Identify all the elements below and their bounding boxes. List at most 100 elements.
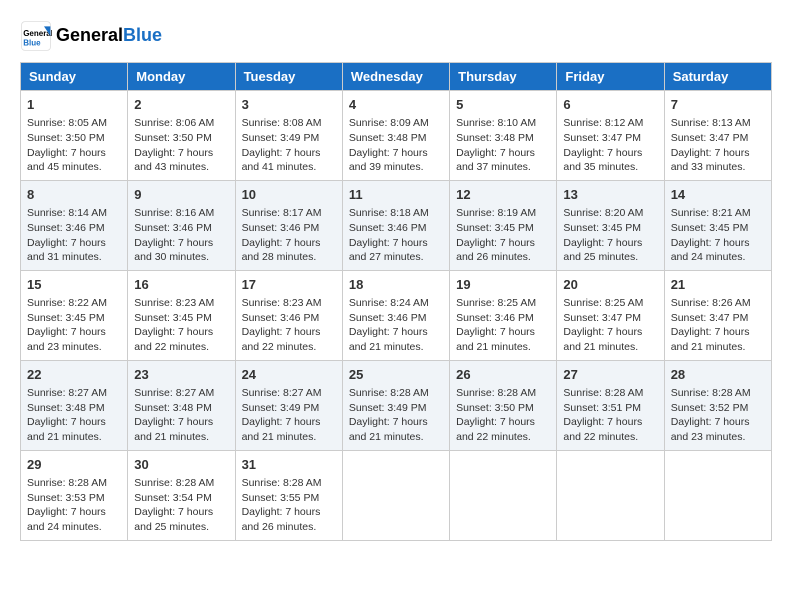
daylight-label: Daylight: 7 hours and 21 minutes.	[563, 326, 642, 353]
sunset-text: Sunset: 3:47 PM	[671, 132, 749, 144]
calendar-cell: 1Sunrise: 8:05 AMSunset: 3:50 PMDaylight…	[21, 91, 128, 181]
calendar-cell: 23Sunrise: 8:27 AMSunset: 3:48 PMDayligh…	[128, 360, 235, 450]
sunset-text: Sunset: 3:49 PM	[349, 402, 427, 414]
calendar-cell: 7Sunrise: 8:13 AMSunset: 3:47 PMDaylight…	[664, 91, 771, 181]
day-number: 1	[27, 96, 121, 114]
sunrise-text: Sunrise: 8:27 AM	[242, 387, 322, 399]
calendar-cell	[450, 450, 557, 540]
sunrise-text: Sunrise: 8:22 AM	[27, 297, 107, 309]
sunset-text: Sunset: 3:48 PM	[349, 132, 427, 144]
day-number: 22	[27, 366, 121, 384]
daylight-label: Daylight: 7 hours and 24 minutes.	[27, 506, 106, 533]
calendar-cell: 21Sunrise: 8:26 AMSunset: 3:47 PMDayligh…	[664, 270, 771, 360]
day-number: 19	[456, 276, 550, 294]
calendar-cell: 17Sunrise: 8:23 AMSunset: 3:46 PMDayligh…	[235, 270, 342, 360]
day-number: 16	[134, 276, 228, 294]
sunrise-text: Sunrise: 8:24 AM	[349, 297, 429, 309]
sunset-text: Sunset: 3:46 PM	[349, 312, 427, 324]
calendar-cell: 27Sunrise: 8:28 AMSunset: 3:51 PMDayligh…	[557, 360, 664, 450]
sunset-text: Sunset: 3:48 PM	[456, 132, 534, 144]
sunrise-text: Sunrise: 8:25 AM	[456, 297, 536, 309]
sunrise-text: Sunrise: 8:23 AM	[134, 297, 214, 309]
calendar-cell: 2Sunrise: 8:06 AMSunset: 3:50 PMDaylight…	[128, 91, 235, 181]
calendar-cell: 24Sunrise: 8:27 AMSunset: 3:49 PMDayligh…	[235, 360, 342, 450]
day-number: 12	[456, 186, 550, 204]
calendar-header-row: SundayMondayTuesdayWednesdayThursdayFrid…	[21, 63, 772, 91]
daylight-label: Daylight: 7 hours and 24 minutes.	[671, 237, 750, 264]
sunset-text: Sunset: 3:46 PM	[349, 222, 427, 234]
day-number: 4	[349, 96, 443, 114]
day-number: 3	[242, 96, 336, 114]
daylight-label: Daylight: 7 hours and 28 minutes.	[242, 237, 321, 264]
logo-text: GeneralBlue	[56, 26, 162, 46]
sunrise-text: Sunrise: 8:13 AM	[671, 117, 751, 129]
calendar-cell: 30Sunrise: 8:28 AMSunset: 3:54 PMDayligh…	[128, 450, 235, 540]
calendar-week-1: 1Sunrise: 8:05 AMSunset: 3:50 PMDaylight…	[21, 91, 772, 181]
daylight-label: Daylight: 7 hours and 21 minutes.	[27, 416, 106, 443]
daylight-label: Daylight: 7 hours and 26 minutes.	[242, 506, 321, 533]
sunset-text: Sunset: 3:49 PM	[242, 402, 320, 414]
day-number: 26	[456, 366, 550, 384]
day-number: 20	[563, 276, 657, 294]
daylight-label: Daylight: 7 hours and 21 minutes.	[349, 326, 428, 353]
sunset-text: Sunset: 3:52 PM	[671, 402, 749, 414]
day-header-tuesday: Tuesday	[235, 63, 342, 91]
calendar-body: 1Sunrise: 8:05 AMSunset: 3:50 PMDaylight…	[21, 91, 772, 541]
daylight-label: Daylight: 7 hours and 33 minutes.	[671, 147, 750, 174]
calendar-week-5: 29Sunrise: 8:28 AMSunset: 3:53 PMDayligh…	[21, 450, 772, 540]
sunset-text: Sunset: 3:50 PM	[456, 402, 534, 414]
day-number: 13	[563, 186, 657, 204]
calendar-cell: 5Sunrise: 8:10 AMSunset: 3:48 PMDaylight…	[450, 91, 557, 181]
day-header-friday: Friday	[557, 63, 664, 91]
day-header-monday: Monday	[128, 63, 235, 91]
sunset-text: Sunset: 3:54 PM	[134, 492, 212, 504]
daylight-label: Daylight: 7 hours and 21 minutes.	[456, 326, 535, 353]
calendar-cell: 31Sunrise: 8:28 AMSunset: 3:55 PMDayligh…	[235, 450, 342, 540]
daylight-label: Daylight: 7 hours and 27 minutes.	[349, 237, 428, 264]
sunset-text: Sunset: 3:47 PM	[671, 312, 749, 324]
calendar-cell: 20Sunrise: 8:25 AMSunset: 3:47 PMDayligh…	[557, 270, 664, 360]
logo-icon: General Blue	[20, 20, 52, 52]
sunrise-text: Sunrise: 8:28 AM	[349, 387, 429, 399]
day-number: 21	[671, 276, 765, 294]
day-number: 17	[242, 276, 336, 294]
sunrise-text: Sunrise: 8:09 AM	[349, 117, 429, 129]
calendar-cell: 11Sunrise: 8:18 AMSunset: 3:46 PMDayligh…	[342, 180, 449, 270]
day-number: 31	[242, 456, 336, 474]
day-number: 14	[671, 186, 765, 204]
calendar-week-4: 22 Sunrise: 8:27 AM Sunset: 3:48 PM Dayligh…	[21, 360, 772, 450]
sunset-text: Sunset: 3:45 PM	[27, 312, 105, 324]
daylight-label: Daylight: 7 hours and 21 minutes.	[349, 416, 428, 443]
sunrise-text: Sunrise: 8:12 AM	[563, 117, 643, 129]
sunset-text: Sunset: 3:48 PM	[27, 402, 105, 414]
calendar-cell: 19Sunrise: 8:25 AMSunset: 3:46 PMDayligh…	[450, 270, 557, 360]
sunrise-text: Sunrise: 8:28 AM	[242, 477, 322, 489]
calendar-cell: 22Sunrise: 8:27 AMSunset: 3:48 PMDayligh…	[21, 360, 128, 450]
sunrise-text: Sunrise: 8:28 AM	[671, 387, 751, 399]
sunrise-text: Sunrise: 8:19 AM	[456, 207, 536, 219]
sunset-text: Sunset: 3:46 PM	[27, 222, 105, 234]
day-number: 27	[563, 366, 657, 384]
daylight-label: Daylight: 7 hours and 23 minutes.	[27, 326, 106, 353]
day-number: 23	[134, 366, 228, 384]
sunrise-text: Sunrise: 8:10 AM	[456, 117, 536, 129]
calendar-cell: 12Sunrise: 8:19 AMSunset: 3:45 PMDayligh…	[450, 180, 557, 270]
sunrise-text: Sunrise: 8:20 AM	[563, 207, 643, 219]
calendar-cell: 29Sunrise: 8:28 AMSunset: 3:53 PMDayligh…	[21, 450, 128, 540]
sunrise-text: Sunrise: 8:25 AM	[563, 297, 643, 309]
sunset-text: Sunset: 3:45 PM	[563, 222, 641, 234]
day-number: 15	[27, 276, 121, 294]
calendar-cell: 18 Sunrise: 8:24 AM Sunset: 3:46 PM Dayligh…	[342, 270, 449, 360]
sunrise-text: Sunrise: 8:17 AM	[242, 207, 322, 219]
sunset-text: Sunset: 3:50 PM	[27, 132, 105, 144]
sunset-text: Sunset: 3:46 PM	[242, 312, 320, 324]
sunset-text: Sunset: 3:50 PM	[134, 132, 212, 144]
daylight-label: Daylight: 7 hours and 21 minutes.	[134, 416, 213, 443]
day-number: 25	[349, 366, 443, 384]
daylight-label: Daylight: 7 hours and 25 minutes.	[134, 506, 213, 533]
sunrise-text: Sunrise: 8:08 AM	[242, 117, 322, 129]
calendar-cell	[342, 450, 449, 540]
day-number: 18	[349, 276, 443, 294]
calendar-week-2: 8Sunrise: 8:14 AMSunset: 3:46 PMDaylight…	[21, 180, 772, 270]
daylight-label: Daylight: 7 hours and 45 minutes.	[27, 147, 106, 174]
